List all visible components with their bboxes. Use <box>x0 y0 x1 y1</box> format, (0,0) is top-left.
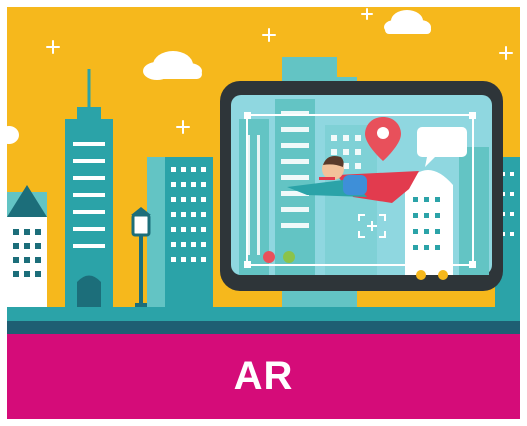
yellow-dot <box>438 270 448 280</box>
ar-banner: AR <box>7 334 520 419</box>
ar-city-illustration <box>7 7 520 334</box>
building-windowed <box>165 157 213 309</box>
ground-base <box>7 321 520 334</box>
ground-strip <box>7 307 520 321</box>
yellow-dot <box>416 270 426 280</box>
red-dot <box>263 251 275 263</box>
green-dot <box>283 251 295 263</box>
banner-label: AR <box>233 354 294 398</box>
image-frame: AR <box>7 7 520 419</box>
ar-device <box>220 81 503 291</box>
